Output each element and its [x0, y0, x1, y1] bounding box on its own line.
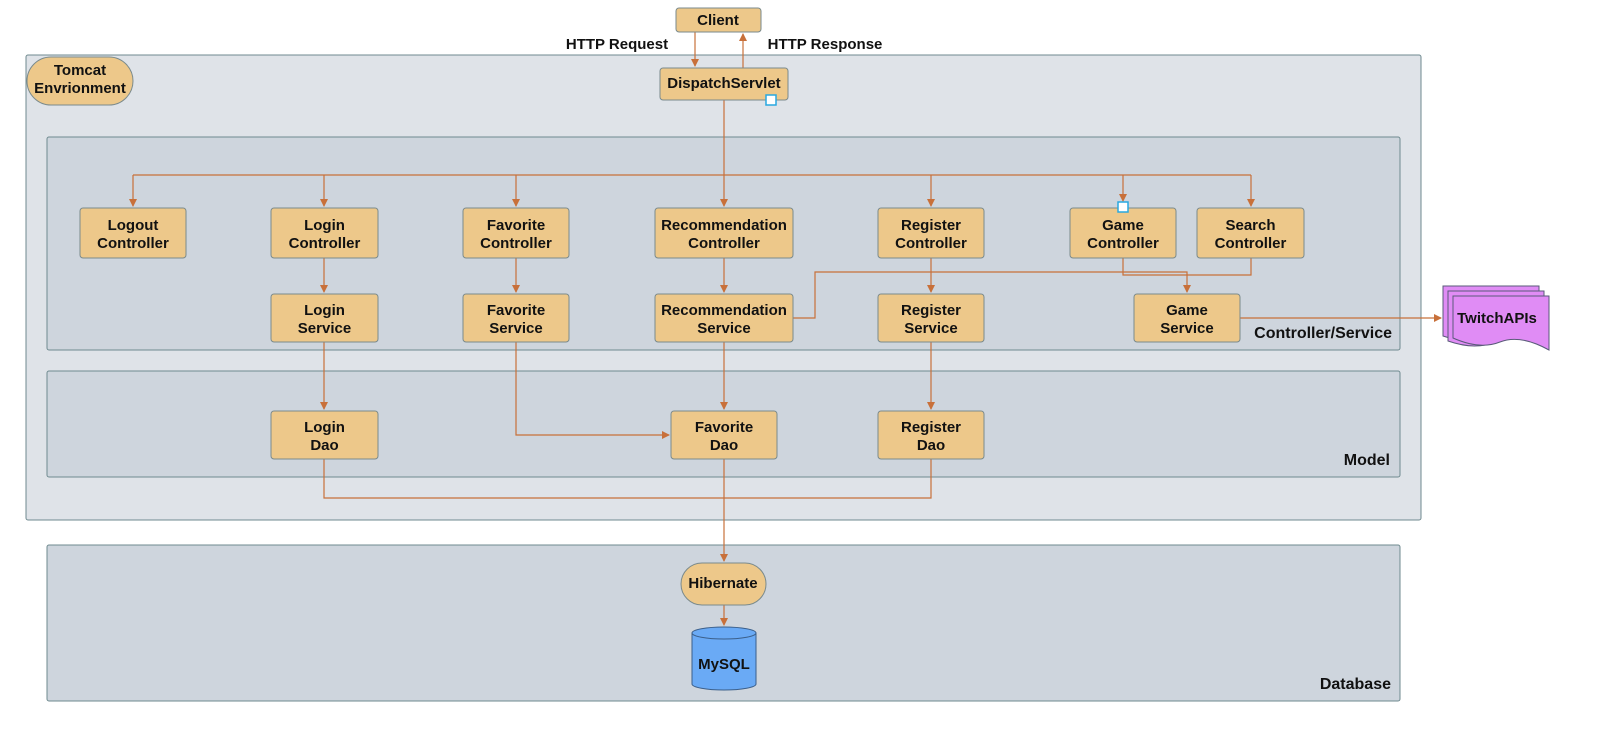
- service-favorite-label: Favorite Service: [487, 302, 545, 337]
- connection-handle: [765, 94, 777, 106]
- connection-handle: [1117, 201, 1129, 213]
- model-label: Model: [1344, 452, 1390, 469]
- controller-favorite-label: Favorite Controller: [480, 217, 552, 252]
- client-label: Client: [697, 12, 739, 29]
- service-login-label: Login Service: [298, 302, 351, 337]
- http-request-label: HTTP Request: [566, 36, 668, 53]
- controller-service-label: Controller/Service: [1254, 325, 1392, 342]
- dispatch-servlet-label: DispatchServlet: [667, 75, 780, 92]
- hibernate-label: Hibernate: [688, 575, 757, 592]
- database-label: Database: [1320, 676, 1391, 693]
- twitch-apis-label: TwitchAPIs: [1457, 310, 1537, 327]
- mysql-label: MySQL: [698, 656, 750, 673]
- controller-register-label: Register Controller: [895, 217, 967, 252]
- service-game-label: Game Service: [1160, 302, 1213, 337]
- service-register-label: Register Service: [901, 302, 961, 337]
- http-response-label: HTTP Response: [768, 36, 883, 53]
- architecture-diagram: Controller/Service Model Database Client…: [25, 7, 1550, 702]
- controller-logout-label: Logout Controller: [97, 217, 169, 252]
